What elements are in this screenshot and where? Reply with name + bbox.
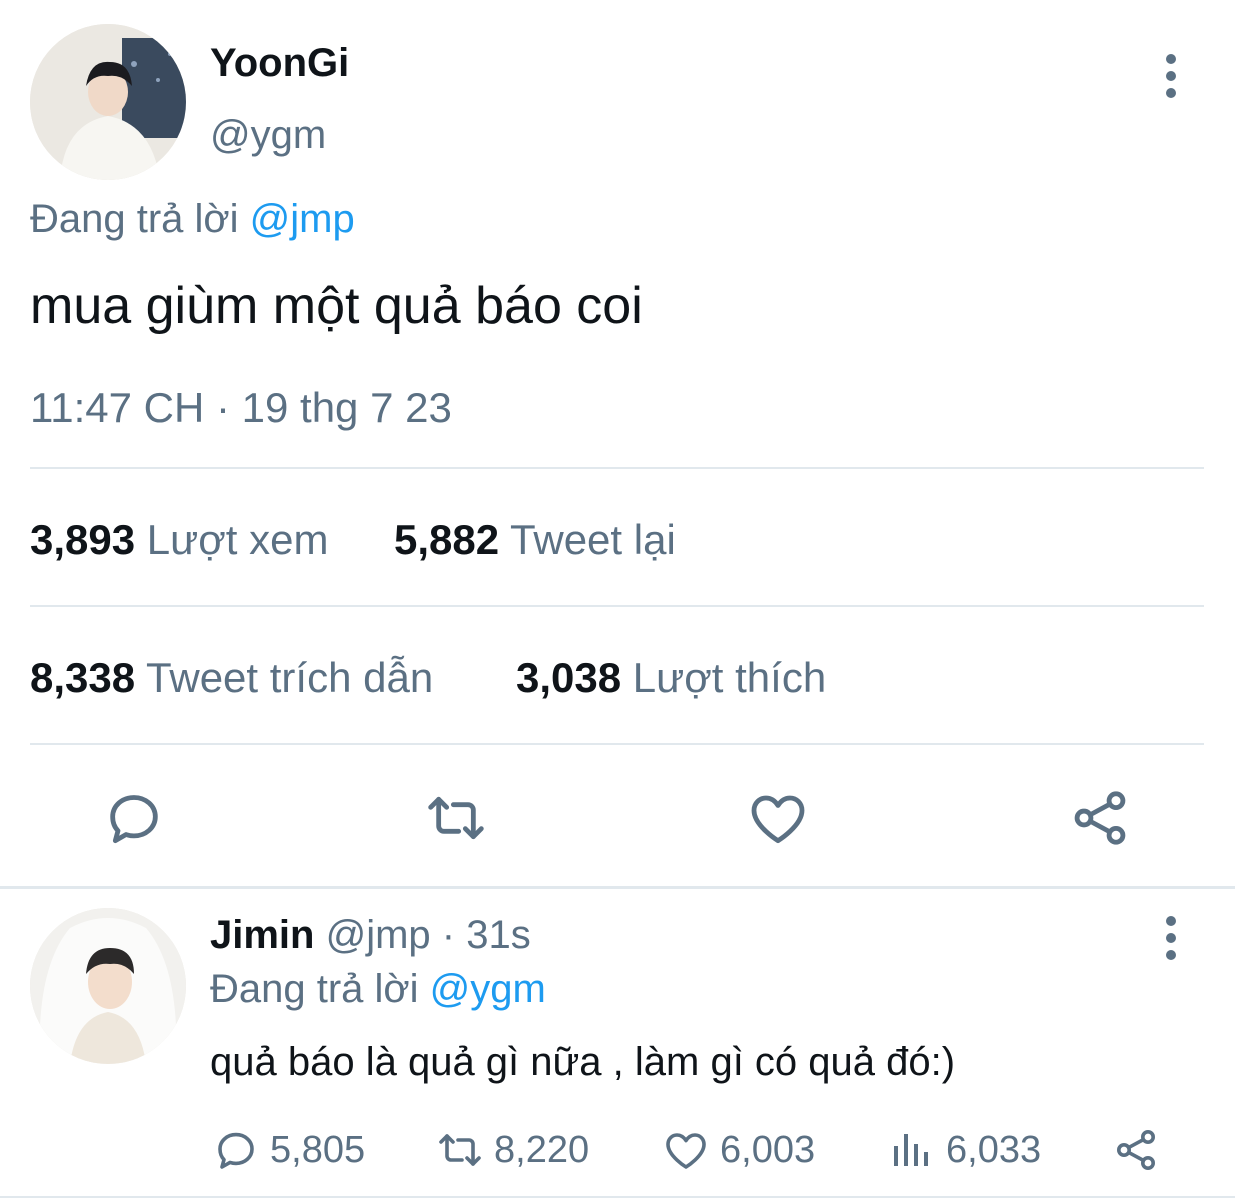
reply-reply-button[interactable]: 5,805	[212, 1124, 365, 1176]
like-icon[interactable]	[746, 786, 810, 850]
likes-label: Lượt thích	[632, 654, 827, 701]
retweet-count: 8,220	[494, 1128, 590, 1171]
reply-author-handle[interactable]: @jmp	[326, 913, 431, 957]
views-icon	[894, 1134, 928, 1166]
divider	[30, 743, 1204, 745]
divider	[30, 605, 1204, 607]
reply-more-options-icon[interactable]	[1150, 912, 1192, 964]
reply-header: Jimin @jmp · 31s	[210, 912, 531, 958]
reply-count: 5,805	[270, 1128, 366, 1171]
bottom-divider	[0, 1196, 1235, 1198]
quotes-stat[interactable]: 8,338 Tweet trích dẫn	[30, 654, 433, 702]
reply-text: quả báo là quả gì nữa , làm gì có quả đó…	[210, 1040, 956, 1084]
views-label: Lượt xem	[146, 516, 329, 563]
reply-time[interactable]: · 31s	[442, 913, 531, 957]
share-icon	[1117, 1130, 1155, 1170]
reply-retweet-button[interactable]: 8,220	[436, 1124, 589, 1176]
views-count: 3,893	[30, 516, 136, 563]
likes-count: 3,038	[516, 654, 622, 701]
tweet-timestamp[interactable]: 11:47 CH · 19 thg 7 23	[30, 384, 452, 432]
like-count: 6,003	[720, 1128, 816, 1171]
retweets-count: 5,882	[394, 516, 500, 563]
views-count: 6,033	[946, 1128, 1042, 1171]
likes-stat[interactable]: 3,038 Lượt thích	[516, 654, 826, 702]
tweet-text: mua giùm một quả báo coi	[30, 277, 643, 335]
retweets-label: Tweet lại	[510, 516, 676, 563]
reply-author-avatar[interactable]	[30, 908, 186, 1064]
reply-views-button[interactable]: 6,033	[888, 1124, 1041, 1176]
like-icon	[666, 1133, 706, 1169]
retweets-stat[interactable]: 5,882 Tweet lại	[394, 516, 676, 564]
reply-replying-to-handle[interactable]: @ygm	[430, 967, 546, 1011]
replying-to-handle[interactable]: @jmp	[250, 197, 355, 241]
views-stat: 3,893 Lượt xem	[30, 516, 328, 564]
reply-share-button[interactable]	[1112, 1124, 1170, 1176]
author-name[interactable]: YoonGi	[210, 40, 349, 86]
divider	[30, 467, 1204, 469]
reply-icon[interactable]	[102, 786, 166, 850]
quotes-label: Tweet trích dẫn	[146, 654, 434, 701]
retweet-icon	[439, 1134, 481, 1166]
section-divider	[0, 886, 1235, 889]
share-icon[interactable]	[1068, 786, 1132, 850]
reply-icon	[218, 1132, 254, 1169]
more-options-icon[interactable]	[1150, 50, 1192, 102]
retweet-icon[interactable]	[424, 786, 488, 850]
reply-replying-prefix: Đang trả lời	[210, 967, 419, 1011]
reply-replying-to: Đang trả lời @ygm	[210, 966, 546, 1012]
replying-to: Đang trả lời @jmp	[30, 196, 355, 242]
reply-author-name[interactable]: Jimin	[210, 913, 314, 957]
author-avatar[interactable]	[30, 24, 186, 180]
author-handle[interactable]: @ygm	[210, 112, 326, 158]
reply-like-button[interactable]: 6,003	[662, 1124, 815, 1176]
replying-prefix: Đang trả lời	[30, 197, 239, 241]
quotes-count: 8,338	[30, 654, 136, 701]
